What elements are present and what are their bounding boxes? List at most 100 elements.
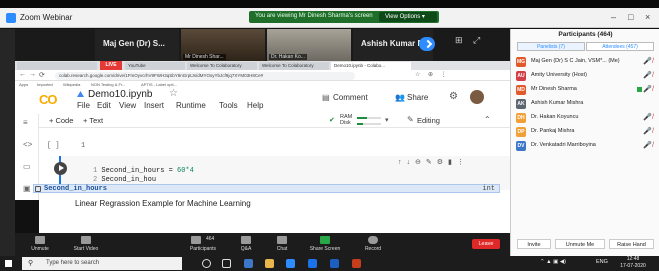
extension-icons[interactable]: ☆ ⊕ ⋮	[415, 71, 450, 78]
browser-tab-active[interactable]: Demo10.ipynb - Colabo...	[331, 62, 411, 70]
qa-icon[interactable]	[241, 236, 251, 244]
browser-tab[interactable]	[17, 62, 97, 70]
cell-toolbar-icons[interactable]: ↑↓⊖✎⚙▮⋮	[398, 158, 469, 166]
collapse-header-icon[interactable]: ⌃	[484, 115, 491, 124]
code-snippets-icon[interactable]: <>	[23, 140, 32, 149]
participant-row[interactable]: DV Dr. Venkatadri Marriboyina 🎤̸	[511, 140, 659, 152]
menu-insert[interactable]: Insert	[144, 101, 164, 110]
editing-mode[interactable]: Editing	[417, 116, 440, 125]
avatar[interactable]	[470, 90, 484, 104]
browser-tab[interactable]: Welcome To Colaboratory	[187, 62, 257, 70]
tab-attendees[interactable]: Attendees (457)	[586, 42, 654, 51]
share-button[interactable]: Share	[407, 93, 428, 102]
bookmark-item[interactable]: NON Testing & Fr...	[91, 82, 125, 87]
bookmark-item[interactable]: Imported	[37, 82, 53, 87]
task-view-icon[interactable]	[222, 259, 231, 268]
text-cell[interactable]: Linear Regrassion Example for Machine Le…	[39, 193, 510, 233]
share-screen-icon[interactable]	[320, 236, 330, 244]
unmute-me-button[interactable]: Unmute Me	[555, 239, 605, 249]
participant-row[interactable]: AU Amity University (Host) 🎤̸	[511, 70, 659, 82]
start-video-button[interactable]: Start Video	[64, 246, 108, 252]
menu-help[interactable]: Help	[247, 101, 263, 110]
fullscreen-icon[interactable]: ⤢	[473, 35, 480, 46]
gear-icon[interactable]: ⚙	[449, 91, 458, 102]
zoom-app-icon[interactable]	[286, 259, 295, 268]
participant-row[interactable]: MD Mr Dinesh Sharma 🎤̸	[511, 84, 659, 96]
windows-start-icon[interactable]	[5, 260, 12, 267]
terminal-icon[interactable]: ▣	[23, 184, 31, 193]
video-tile[interactable]: Ashish Kumar M...	[353, 29, 435, 61]
chat-icon[interactable]	[277, 236, 287, 244]
leave-button[interactable]: Leave	[472, 239, 500, 249]
chrome-icon[interactable]	[308, 259, 317, 268]
add-text-button[interactable]: + Text	[83, 116, 103, 125]
ram-bar	[357, 117, 381, 119]
participant-row[interactable]: AK Ashish Kumar Mishra	[511, 98, 659, 110]
share-screen-button[interactable]: Share Screen	[303, 246, 347, 252]
participant-row[interactable]: DP Dr. Pankaj Mishra 🎤̸	[511, 126, 659, 138]
edge-icon[interactable]	[244, 259, 253, 268]
bookmark-item[interactable]: Wikipedia	[63, 82, 80, 87]
toc-icon[interactable]: ≡	[23, 118, 28, 127]
maximize-icon[interactable]: □	[628, 12, 633, 22]
file-explorer-icon[interactable]	[265, 259, 274, 268]
video-camera-icon[interactable]	[81, 236, 91, 244]
text-cell-content: Linear Regrassion Example for Machine Le…	[75, 199, 251, 208]
participants-button[interactable]: Participants	[181, 246, 225, 252]
back-icon[interactable]: ←	[19, 71, 26, 78]
star-icon[interactable]: ☆	[169, 88, 178, 99]
chat-button[interactable]: Chat	[260, 246, 304, 252]
menu-tools[interactable]: Tools	[219, 101, 238, 110]
taskbar-search[interactable]: ⚲ Type here to search	[22, 257, 182, 270]
microphone-icon[interactable]	[35, 236, 45, 244]
cortana-icon[interactable]	[202, 259, 211, 268]
add-code-button[interactable]: + Code	[49, 116, 73, 125]
ram-disk-indicator[interactable]: RAM Disk	[340, 114, 352, 126]
run-cell-button[interactable]	[54, 162, 67, 175]
tray-icons[interactable]: ⌃ ▲ ▣ ◀)	[540, 259, 566, 265]
reload-icon[interactable]: ⟳	[39, 71, 45, 79]
menu-view[interactable]: View	[119, 101, 136, 110]
unmute-button[interactable]: Unmute	[18, 246, 62, 252]
colab-logo[interactable]: CO	[39, 92, 57, 107]
gallery-view-icon[interactable]: ⊞	[455, 35, 463, 46]
close-icon[interactable]: ×	[645, 12, 650, 22]
language-indicator[interactable]: ENG	[596, 259, 608, 265]
avatar: DH	[516, 113, 526, 123]
browser-tab[interactable]: YouTube	[125, 62, 185, 70]
video-tile[interactable]: Maj Gen (Dr) S...	[95, 29, 179, 61]
avatar: MD	[516, 85, 526, 95]
files-icon[interactable]: ▭	[23, 162, 31, 171]
notebook-name[interactable]: Demo10.ipynb	[88, 89, 152, 100]
bookmark-item[interactable]: APTIS - Label opti...	[141, 82, 177, 87]
video-tile[interactable]: Dr. Hakan Ko...	[267, 29, 351, 61]
chevron-down-icon[interactable]: ▾	[385, 116, 389, 124]
word-icon[interactable]	[330, 259, 339, 268]
raise-hand-button[interactable]: Raise Hand	[609, 239, 654, 249]
invite-button[interactable]: Invite	[517, 239, 551, 249]
powerpoint-icon[interactable]	[352, 259, 361, 268]
menu-edit[interactable]: Edit	[97, 101, 111, 110]
bookmark-item[interactable]: Apps	[19, 82, 28, 87]
muted-mic-icon: 🎤̸	[643, 128, 654, 135]
video-tile[interactable]: Mr Dinesh Shar...	[181, 29, 265, 61]
record-icon[interactable]	[368, 236, 378, 244]
minimize-icon[interactable]: –	[611, 12, 616, 22]
next-video-arrow-icon[interactable]	[419, 37, 435, 51]
comment-button[interactable]: Comment	[333, 93, 368, 102]
forward-icon[interactable]: →	[29, 71, 36, 78]
tab-panelists[interactable]: Panelists (7)	[517, 42, 585, 51]
view-options-button[interactable]: View Options ▾	[379, 12, 437, 22]
participant-row[interactable]: MG Maj Gen (Dr) S C Jain, VSM*... (Me) 🎤…	[511, 56, 659, 68]
participant-row[interactable]: DH Dr. Hakan Koyuncu 🎤̸	[511, 112, 659, 124]
clock[interactable]: 12:48 17-07-2020	[615, 256, 651, 270]
menu-file[interactable]: File	[77, 101, 90, 110]
record-button[interactable]: Record	[351, 246, 395, 252]
autocomplete-suggestion[interactable]: Second_in_hours	[44, 185, 107, 193]
url-bar[interactable]: colab.research.google.com/drive/1FmOyvcr…	[55, 72, 355, 80]
menu-runtime[interactable]: Runtime	[176, 101, 206, 110]
browser-tab[interactable]: Welcome To Colaboratory	[259, 62, 329, 70]
autocomplete-popup[interactable]: Second_in_hours int	[33, 184, 500, 193]
participants-icon[interactable]	[191, 236, 201, 244]
empty-code-cell[interactable]: [ ] 1	[47, 142, 85, 150]
